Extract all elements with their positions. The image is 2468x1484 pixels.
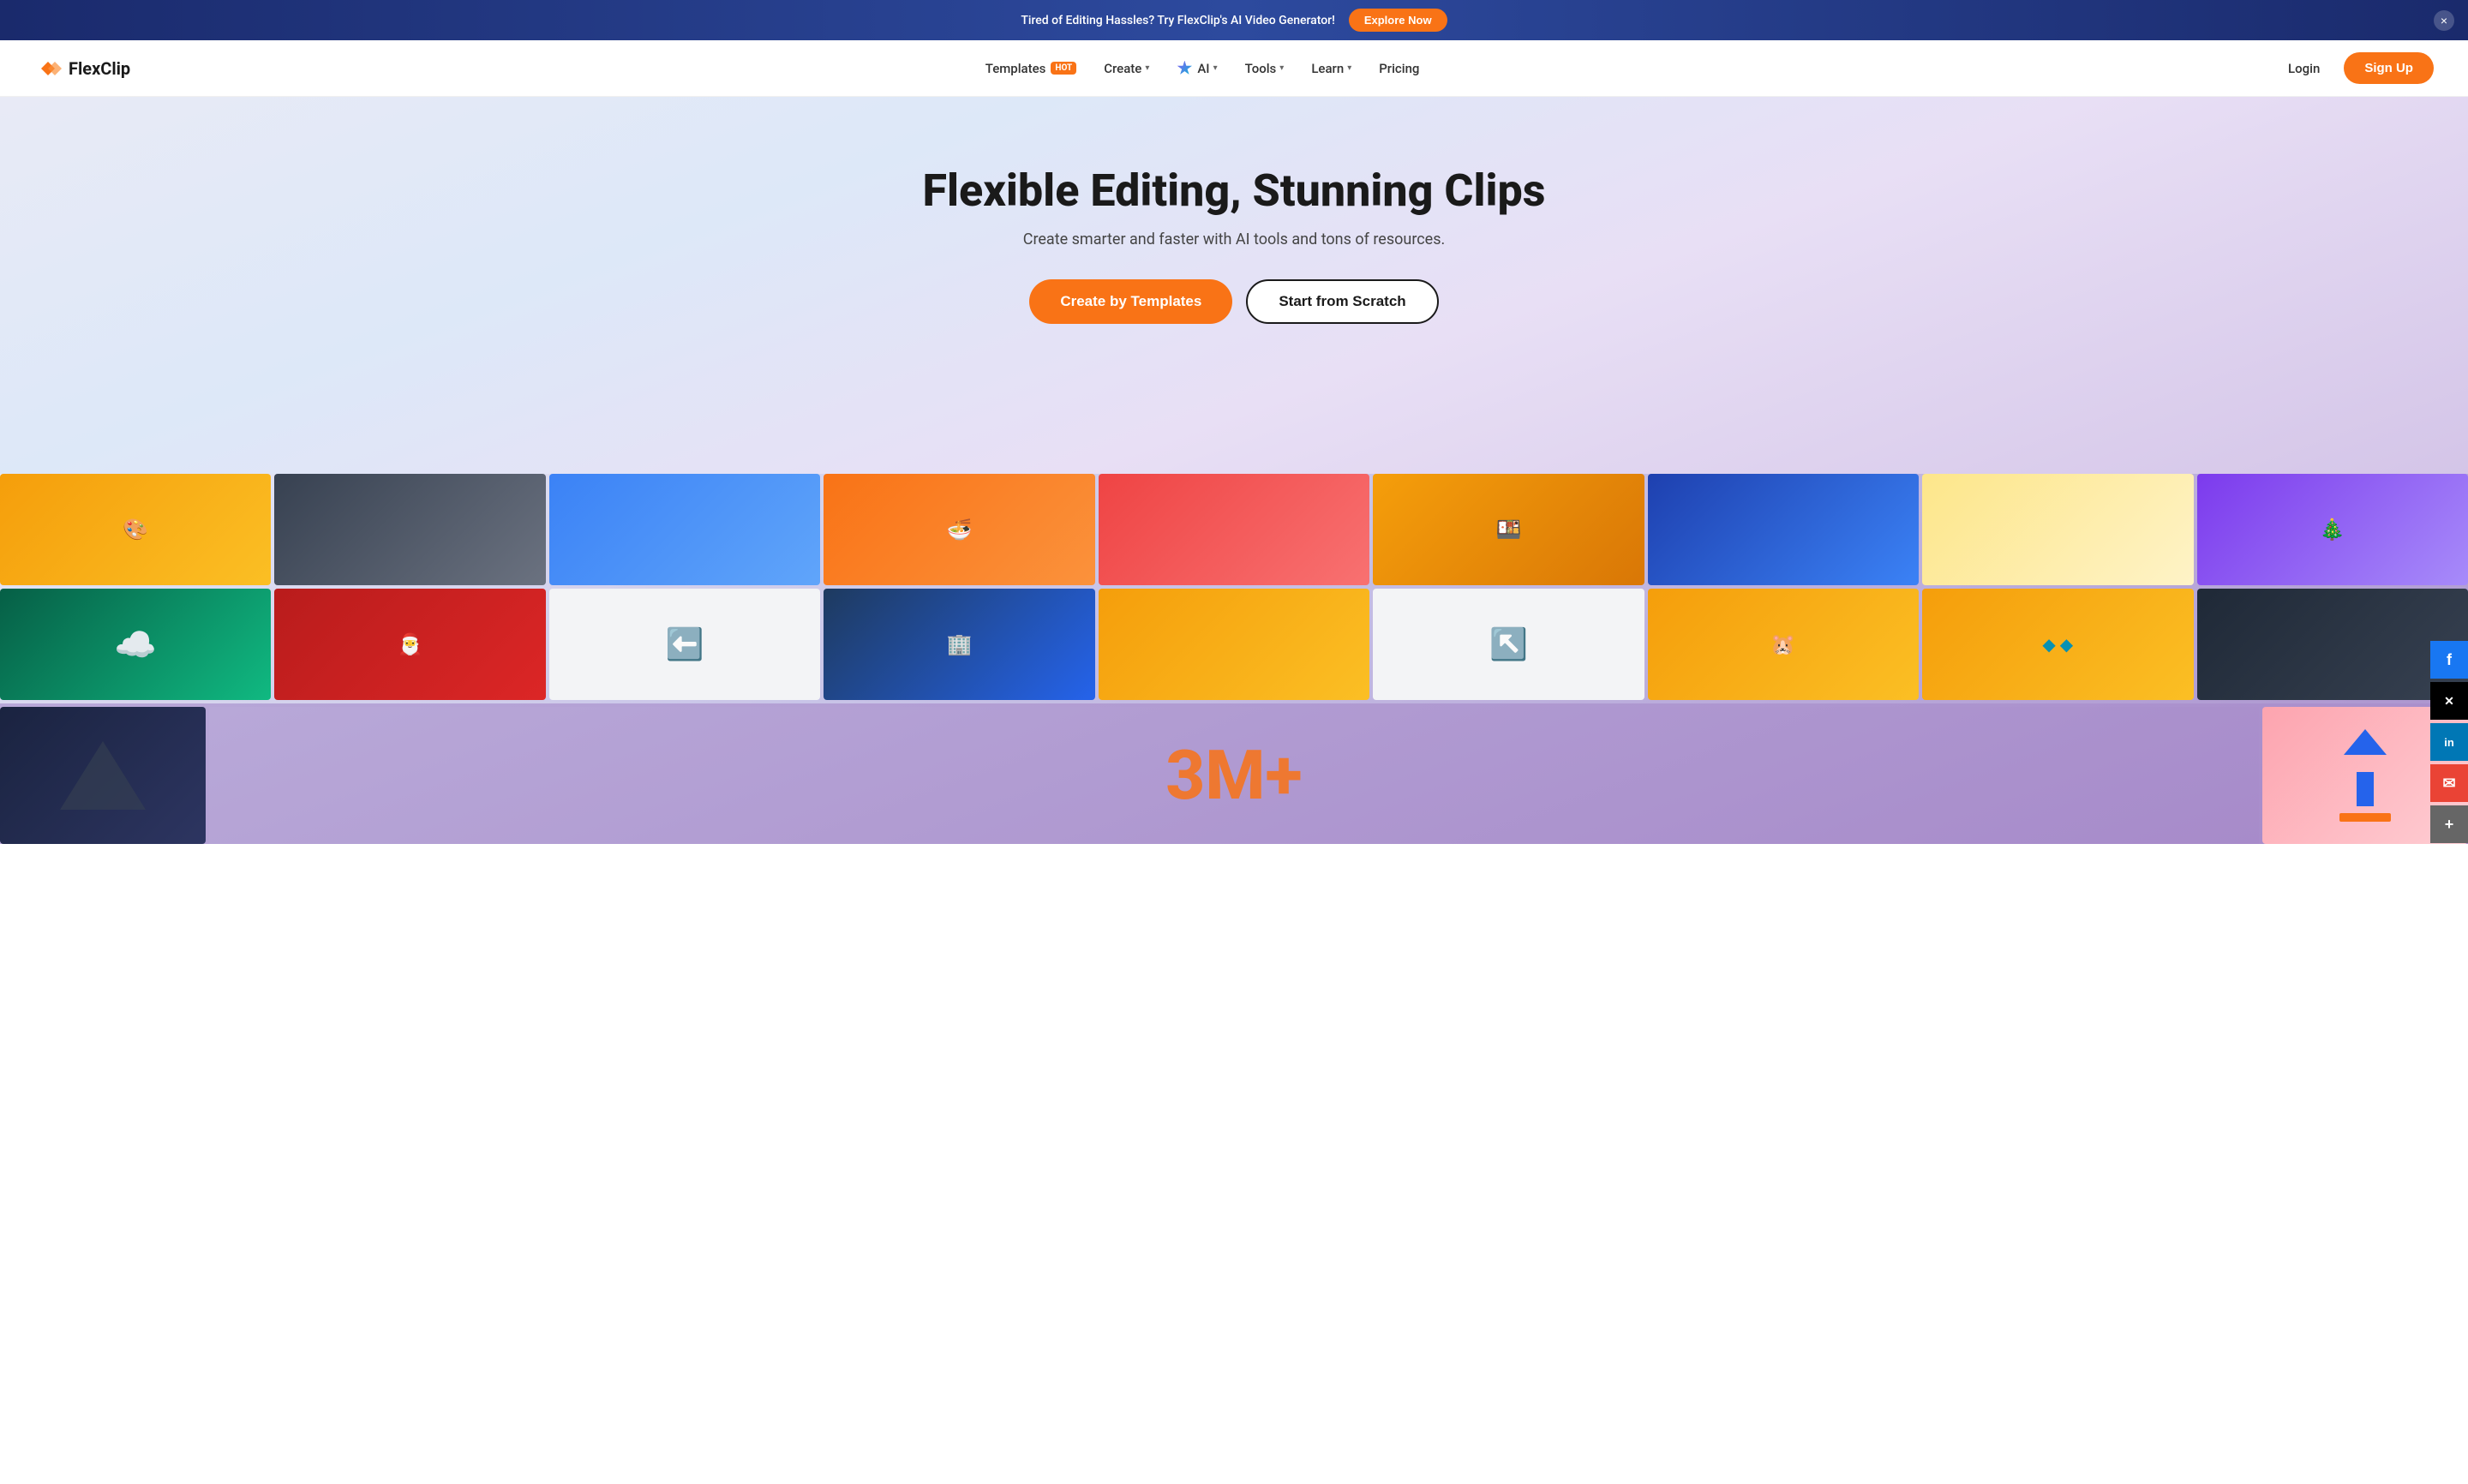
video-thumb[interactable]: 🍜: [824, 474, 1094, 585]
stat-number: 3M: [1165, 735, 1265, 816]
logo-link[interactable]: FlexClip: [34, 53, 130, 84]
nav-item-create[interactable]: Create ▾: [1093, 54, 1159, 83]
hot-badge: HOT: [1051, 62, 1076, 75]
chevron-down-icon: ▾: [1347, 63, 1351, 73]
hero-section: Flexible Editing, Stunning Clips Create …: [0, 97, 2468, 474]
chevron-down-icon: ▾: [1145, 63, 1149, 73]
video-thumb[interactable]: ☁️: [0, 589, 271, 700]
video-thumb[interactable]: 🎨: [0, 474, 271, 585]
nav-item-tools[interactable]: Tools ▾: [1235, 54, 1295, 83]
social-sidebar: f ✕ in ✉ +: [2430, 641, 2468, 843]
top-banner: Tired of Editing Hassles? Try FlexClip's…: [0, 0, 2468, 40]
stat-center: 3M +: [209, 707, 2259, 844]
signup-button[interactable]: Sign Up: [2344, 52, 2434, 84]
flexclip-logo-icon: [34, 53, 65, 84]
video-thumb[interactable]: ⬅️: [549, 589, 820, 700]
chevron-down-icon: ▾: [1213, 63, 1218, 73]
ai-star-icon: [1177, 61, 1192, 76]
nav-item-learn[interactable]: Learn ▾: [1301, 54, 1362, 83]
banner-text: Tired of Editing Hassles? Try FlexClip's…: [1021, 14, 1334, 27]
create-by-templates-button[interactable]: Create by Templates: [1029, 279, 1232, 324]
facebook-share-button[interactable]: f: [2430, 641, 2468, 679]
video-thumb[interactable]: [1099, 474, 1369, 585]
video-thumb[interactable]: ◆ ◆: [1922, 589, 2193, 700]
logo-text: FlexClip: [69, 58, 130, 79]
video-thumb[interactable]: ↖️: [1373, 589, 1644, 700]
video-thumb-building[interactable]: 🏢: [824, 589, 1094, 700]
hero-subtitle: Create smarter and faster with AI tools …: [1023, 230, 1446, 248]
progress-bar: [2339, 813, 2391, 822]
hero-title: Flexible Editing, Stunning Clips: [922, 165, 1545, 217]
bottom-grid: 3M +: [0, 703, 2468, 844]
video-thumb[interactable]: 🍱: [1373, 474, 1644, 585]
video-thumb[interactable]: [2197, 589, 2468, 700]
nav-item-ai[interactable]: AI ▾: [1166, 54, 1227, 83]
nav-item-pricing[interactable]: Pricing: [1369, 54, 1429, 83]
stat-plus: +: [1266, 735, 1303, 816]
video-thumb[interactable]: [1648, 474, 1919, 585]
video-row-2: ☁️ 🎅 ⬅️ 🏢 ↖️ 🐹 ◆ ◆: [0, 589, 2468, 700]
twitter-share-button[interactable]: ✕: [2430, 682, 2468, 720]
video-thumb[interactable]: [549, 474, 820, 585]
login-link[interactable]: Login: [2274, 54, 2333, 83]
video-grid-section: 🎨 🍜 🍱 🎄 ☁️: [0, 474, 2468, 844]
navbar: FlexClip Templates HOT Create ▾ AI ▾ Too…: [0, 40, 2468, 97]
create-link[interactable]: Create ▾: [1093, 54, 1159, 83]
video-thumb-cat[interactable]: 🐹: [1648, 589, 1919, 700]
explore-now-button[interactable]: Explore Now: [1349, 9, 1447, 32]
ai-link[interactable]: AI ▾: [1166, 54, 1227, 83]
linkedin-share-button[interactable]: in: [2430, 723, 2468, 761]
learn-link[interactable]: Learn ▾: [1301, 54, 1362, 83]
triangle-shape: [60, 741, 146, 810]
video-thumb[interactable]: 🎄: [2197, 474, 2468, 585]
video-thumb[interactable]: [274, 474, 545, 585]
video-thumb-santa[interactable]: 🎅: [274, 589, 545, 700]
pricing-link[interactable]: Pricing: [1369, 54, 1429, 83]
nav-item-templates[interactable]: Templates HOT: [975, 54, 1087, 83]
templates-link[interactable]: Templates HOT: [975, 54, 1087, 83]
more-share-button[interactable]: +: [2430, 805, 2468, 843]
nav-links: Templates HOT Create ▾ AI ▾ Tools ▾: [975, 54, 1430, 83]
video-thumb[interactable]: [1922, 474, 2193, 585]
video-thumb[interactable]: [1099, 589, 1369, 700]
video-row-1: 🎨 🍜 🍱 🎄: [0, 474, 2468, 585]
start-from-scratch-button[interactable]: Start from Scratch: [1246, 279, 1438, 324]
hero-buttons: Create by Templates Start from Scratch: [1029, 279, 1438, 324]
chevron-down-icon: ▾: [1279, 63, 1284, 73]
email-share-button[interactable]: ✉: [2430, 764, 2468, 802]
upload-arrow-icon: [2344, 729, 2387, 806]
bottom-left-thumb[interactable]: [0, 707, 206, 844]
nav-auth: Login Sign Up: [2274, 52, 2434, 84]
tools-link[interactable]: Tools ▾: [1235, 54, 1295, 83]
banner-close-button[interactable]: ×: [2434, 10, 2454, 31]
